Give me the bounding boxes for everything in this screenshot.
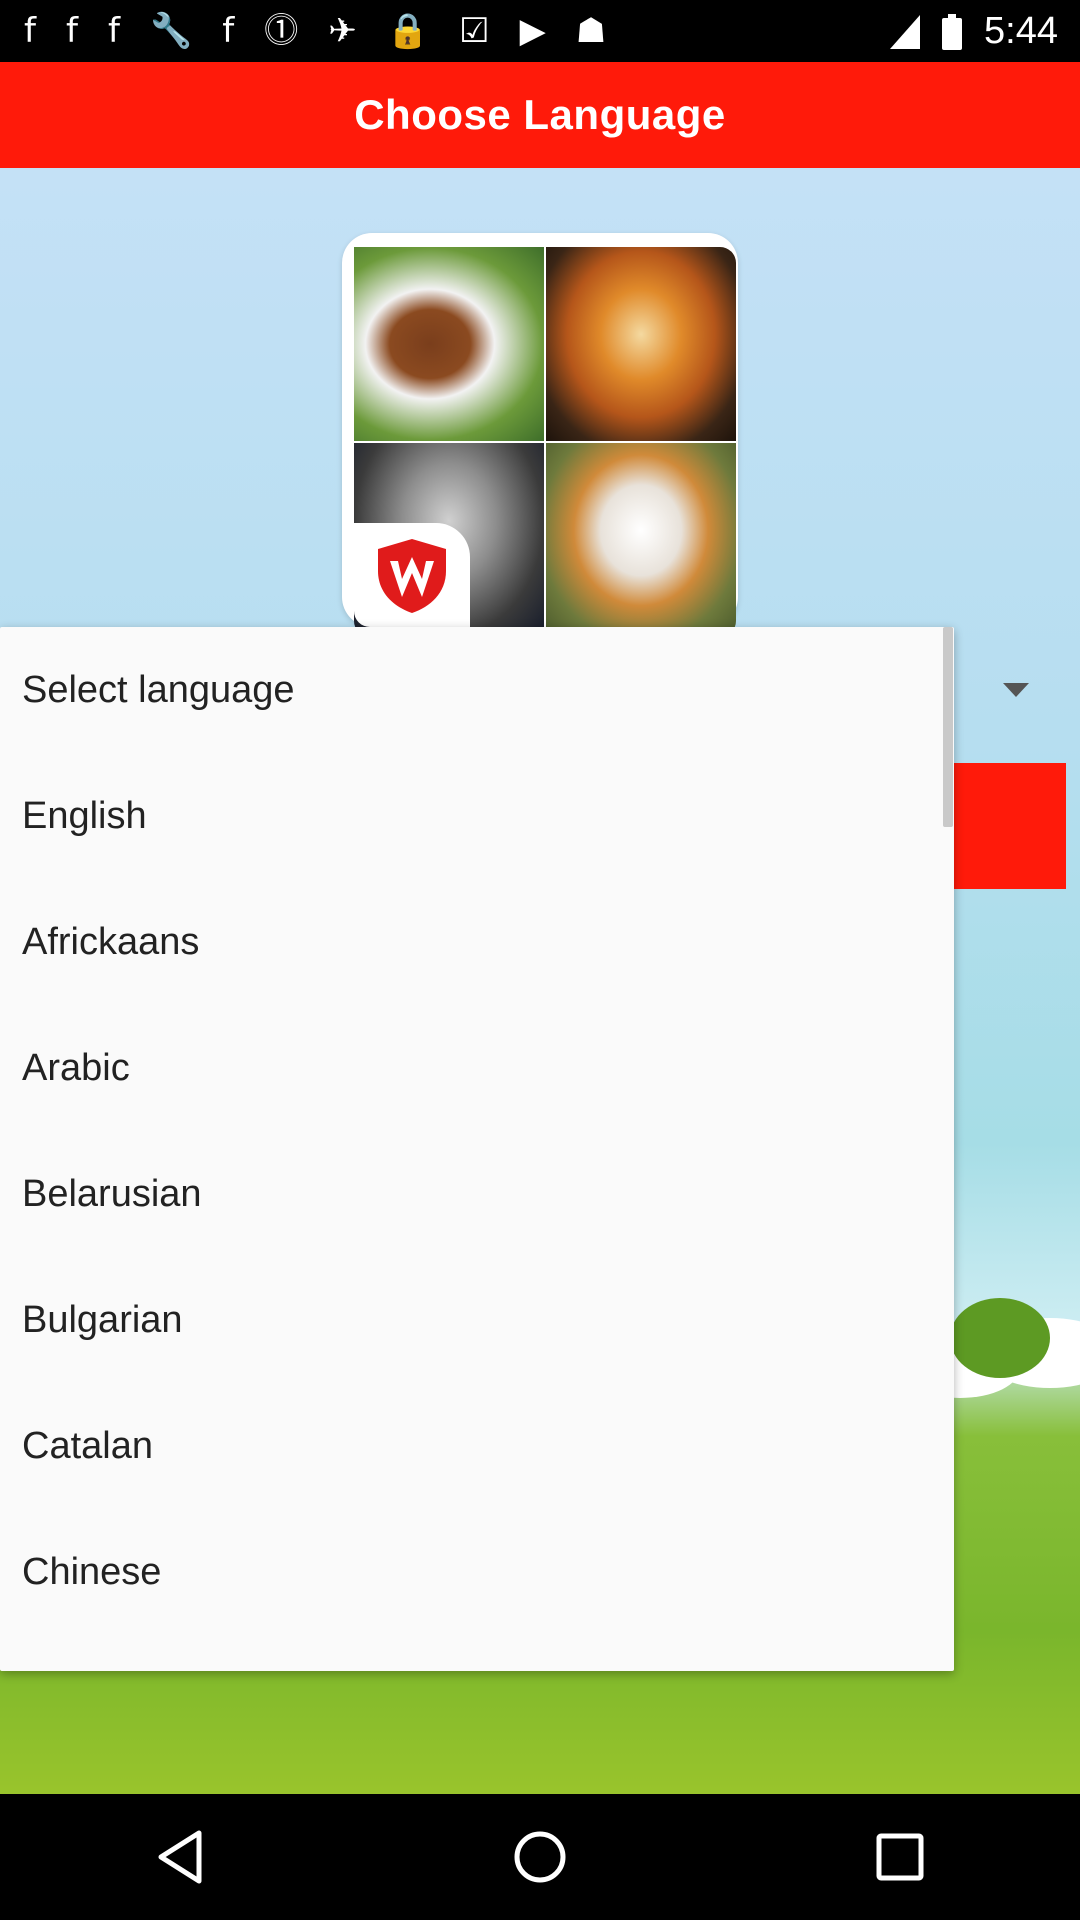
horse-image [354,247,544,441]
status-bar: f f f 🔧 f ⓵ ✈ 🔒 ☑ ▶ ☗ 5:44 [0,0,1080,62]
back-icon [158,1830,202,1884]
android-icon: ☗ [575,11,607,51]
language-option-arabic[interactable]: Arabic [0,1005,954,1131]
battery-icon [942,13,963,50]
language-option-chinese[interactable]: Chinese [0,1509,954,1635]
pinterest-icon: ⓵ [264,11,299,51]
language-option-catalan[interactable]: Catalan [0,1383,954,1509]
youtube-icon: ▶ [519,11,546,51]
app-logo [342,233,738,637]
facebook-icon: f [222,11,235,51]
dropdown-scrollbar[interactable] [943,627,953,827]
inbox-check-icon: ☑ [459,11,490,51]
language-option-bulgarian[interactable]: Bulgarian [0,1257,954,1383]
language-option-select[interactable]: Select language [0,627,954,753]
cat-image [546,443,736,637]
page-title: Choose Language [354,91,726,138]
home-button[interactable] [470,1807,610,1907]
language-option-belarusian[interactable]: Belarusian [0,1131,954,1257]
app-header: Choose Language [0,62,1080,168]
facebook-icon: f [24,11,36,51]
fake-gps-icon: ✈ [328,11,357,51]
brand-badge-icon [354,523,470,627]
home-icon [514,1831,566,1883]
language-option-english[interactable]: English [0,753,954,879]
signal-icon [890,14,921,49]
back-button[interactable] [110,1807,250,1907]
lock-icon: 🔒 [386,11,430,51]
facebook-icon: f [65,11,78,51]
recents-button[interactable] [830,1807,970,1907]
facebook-icon: f [107,11,120,51]
notification-icons: f f f 🔧 f ⓵ ✈ 🔒 ☑ ▶ ☗ [24,12,606,50]
recents-icon [876,1833,924,1881]
continue-button[interactable] [950,763,1066,889]
tiger-image [546,247,736,441]
language-option-africkaans[interactable]: Africkaans [0,879,954,1005]
language-dropdown-list[interactable]: Select language English Africkaans Arabi… [0,627,954,1671]
wrench-icon: 🔧 [149,11,193,51]
chevron-down-icon[interactable] [1003,683,1029,697]
navigation-bar [0,1794,1080,1920]
clock: 5:44 [984,10,1058,52]
